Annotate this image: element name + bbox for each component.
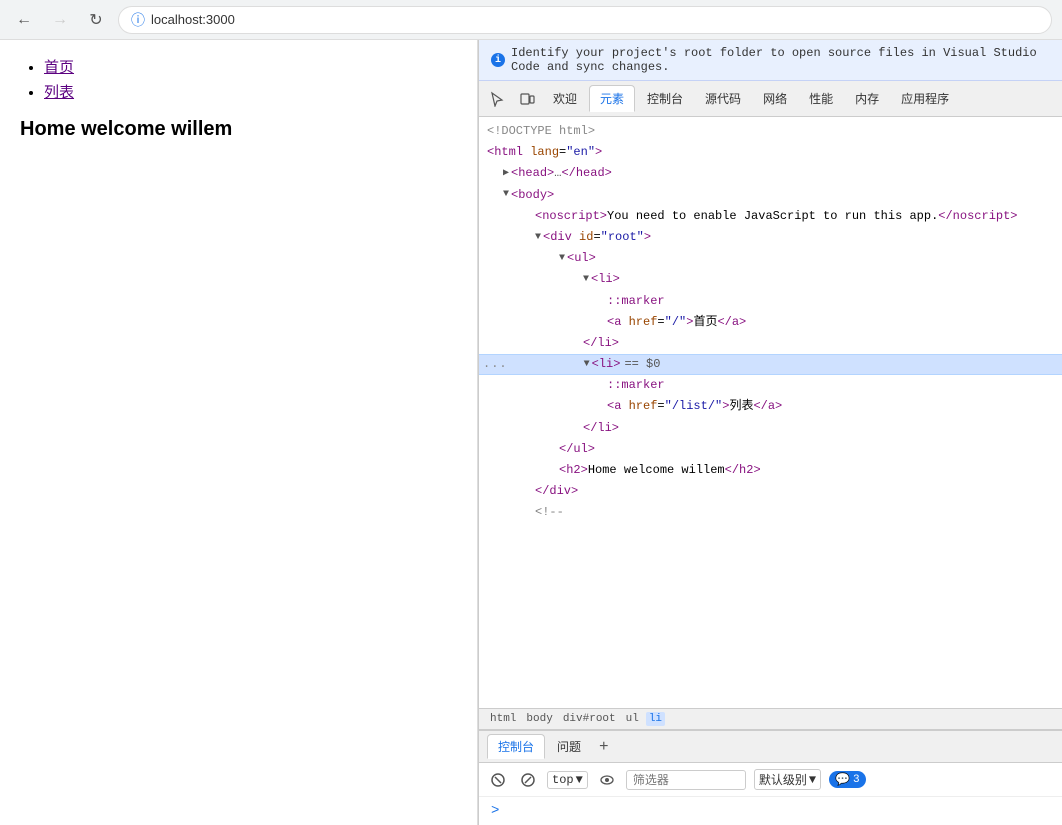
dom-line: </li>	[479, 333, 1062, 354]
nav-item-list: 列表	[44, 81, 457, 102]
console-prompt-icon[interactable]: >	[491, 803, 499, 819]
dom-line: <a href="/list/">列表</a>	[479, 396, 1062, 417]
eye-button[interactable]	[596, 769, 618, 791]
bottom-tabs: 控制台 问题 +	[479, 731, 1062, 763]
error-badge[interactable]: 💬 3	[829, 771, 866, 788]
tab-icon-device[interactable]	[513, 85, 541, 113]
bubble-icon: 💬	[835, 772, 850, 787]
tab-sources[interactable]: 源代码	[695, 86, 751, 111]
bottom-panel: 控制台 问题 + top ▼	[479, 730, 1062, 825]
tab-issues-bottom[interactable]: 问题	[547, 735, 591, 758]
dom-line: <noscript>You need to enable JavaScript …	[479, 206, 1062, 227]
level-label: 默认级别	[759, 771, 807, 788]
error-count: 3	[853, 774, 860, 786]
breadcrumb-li[interactable]: li	[646, 712, 665, 726]
tab-welcome[interactable]: 欢迎	[543, 86, 587, 111]
list-link[interactable]: 列表	[44, 84, 74, 101]
address-bar[interactable]: ⓘ localhost:3000	[118, 6, 1052, 34]
console-input-area: >	[479, 797, 1062, 825]
breadcrumb-bar: html body div#root ul li	[479, 708, 1062, 730]
browser-bar: ← → ↻ ⓘ localhost:3000	[0, 0, 1062, 40]
nav-item-home: 首页	[44, 56, 457, 77]
level-selector[interactable]: 默认级别 ▼	[754, 769, 821, 790]
info-dot: i	[491, 53, 505, 67]
dom-line: </ul>	[479, 439, 1062, 460]
breadcrumb-html[interactable]: html	[487, 712, 519, 726]
breadcrumb-body[interactable]: body	[523, 712, 555, 726]
tab-console-bottom[interactable]: 控制台	[487, 734, 545, 759]
breadcrumb-ul[interactable]: ul	[623, 712, 642, 726]
dom-line: <!--	[479, 502, 1062, 523]
dom-line: <h2>Home welcome willem</h2>	[479, 460, 1062, 481]
devtools-tabs: 欢迎 元素 控制台 源代码 网络 性能 内存 应用程序	[479, 81, 1062, 117]
console-toolbar: top ▼ 默认级别 ▼ 💬 3	[479, 763, 1062, 797]
dom-line: ::marker	[479, 291, 1062, 312]
tab-performance[interactable]: 性能	[799, 86, 843, 111]
top-selector[interactable]: top ▼	[547, 771, 588, 789]
tab-network[interactable]: 网络	[753, 86, 797, 111]
dom-line: ▼ <ul>	[479, 248, 1062, 269]
info-icon: ⓘ	[131, 10, 145, 30]
dom-line: ▼ <div id="root">	[479, 227, 1062, 248]
reload-button[interactable]: ↻	[82, 6, 110, 34]
dom-line: ▼ <body>	[479, 185, 1062, 206]
webpage-panel: 首页 列表 Home welcome willem	[0, 40, 478, 825]
forward-button[interactable]: →	[46, 6, 74, 34]
info-banner-text: Identify your project's root folder to o…	[511, 46, 1050, 74]
page-heading: Home welcome willem	[20, 118, 457, 141]
level-chevron-icon: ▼	[809, 773, 816, 787]
info-banner: i Identify your project's root folder to…	[479, 40, 1062, 81]
top-chevron-icon: ▼	[576, 773, 583, 787]
tab-application[interactable]: 应用程序	[891, 86, 959, 111]
tab-console[interactable]: 控制台	[637, 86, 693, 111]
triangle-icon[interactable]: ▶	[503, 166, 509, 182]
devtools-panel: i Identify your project's root folder to…	[478, 40, 1062, 825]
dom-line[interactable]: ▶ <head>…</head>	[479, 163, 1062, 184]
top-label: top	[552, 773, 574, 787]
dom-line: ::marker	[479, 375, 1062, 396]
filter-input[interactable]	[626, 770, 746, 790]
dom-inspector[interactable]: <!DOCTYPE html> <html lang="en"> ▶ <head…	[479, 117, 1062, 708]
home-link[interactable]: 首页	[44, 59, 74, 76]
nav-list: 首页 列表	[20, 56, 457, 102]
url-text: localhost:3000	[151, 12, 235, 27]
dom-line: <a href="/">首页</a>	[479, 312, 1062, 333]
dom-line-selected[interactable]: ... ▼ <li> == $0	[479, 354, 1062, 375]
add-tab-button[interactable]: +	[593, 736, 615, 758]
dom-line: <html lang="en">	[479, 142, 1062, 163]
tab-memory[interactable]: 内存	[845, 86, 889, 111]
breadcrumb-divroot[interactable]: div#root	[560, 712, 619, 726]
dom-line: ▼ <li>	[479, 269, 1062, 290]
dom-line: </li>	[479, 418, 1062, 439]
back-button[interactable]: ←	[10, 6, 38, 34]
tab-icon-cursor[interactable]	[483, 85, 511, 113]
clear-console-button[interactable]	[487, 769, 509, 791]
main-container: 首页 列表 Home welcome willem i Identify you…	[0, 40, 1062, 825]
dom-line: </div>	[479, 481, 1062, 502]
tab-elements[interactable]: 元素	[589, 85, 635, 112]
filter-button[interactable]	[517, 769, 539, 791]
dom-line: <!DOCTYPE html>	[479, 121, 1062, 142]
